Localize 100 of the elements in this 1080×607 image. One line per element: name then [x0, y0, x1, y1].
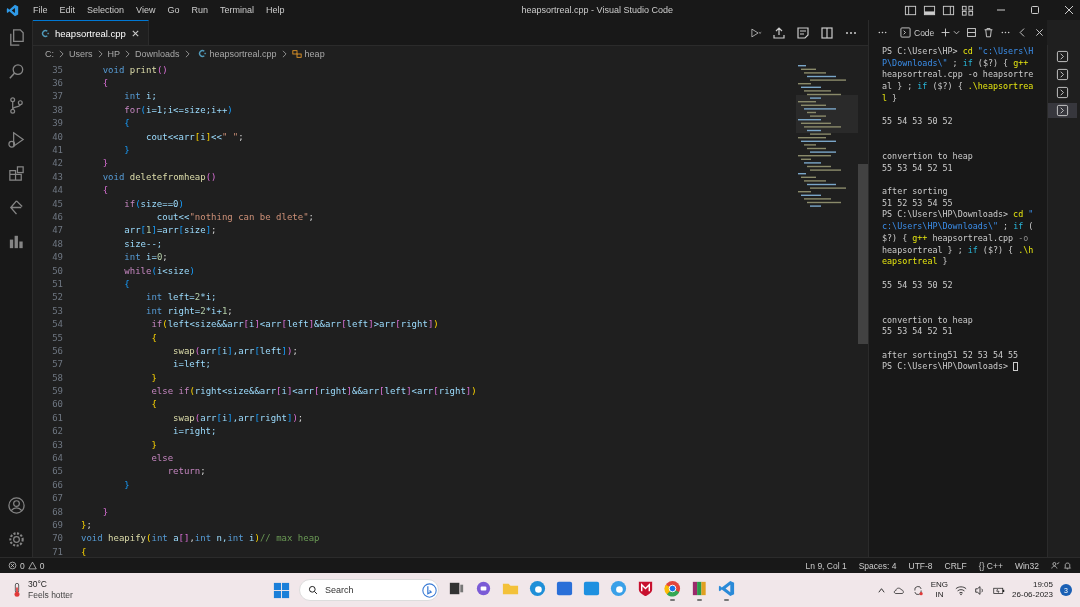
error-count[interactable]: 0: [20, 560, 25, 571]
code-line: int i=0;: [123, 252, 168, 263]
run-debug-icon[interactable]: [6, 130, 26, 149]
terminal-line: heapsortreal.cpp -o heapsortre: [882, 69, 1034, 80]
code-line: arr[1]=arr[size];: [123, 225, 217, 236]
keyboard-layout[interactable]: IN: [935, 590, 944, 600]
books-icon[interactable]: [690, 579, 709, 598]
line-number: 61: [51, 412, 63, 423]
close-icon[interactable]: [1034, 27, 1046, 38]
trash-icon[interactable]: [983, 27, 995, 38]
code-line: {: [123, 278, 130, 289]
terminal-line: 55 53 54 52 51: [882, 326, 953, 337]
code-line: cout<<arr[i]<<" ";: [145, 131, 244, 142]
status-item[interactable]: CRLF: [944, 560, 967, 571]
line-number: 59: [51, 386, 63, 397]
chevron-up-icon[interactable]: [876, 585, 886, 595]
chevron-right-icon: [281, 49, 287, 58]
cloud-icon[interactable]: [892, 584, 905, 596]
close-icon[interactable]: [130, 28, 140, 38]
breadcrumb[interactable]: Users: [69, 48, 93, 59]
thermometer-icon[interactable]: [12, 581, 22, 599]
menu-item[interactable]: Terminal: [213, 5, 260, 15]
code-editor-icon[interactable]: [717, 579, 736, 598]
sidebar-toggle-icon[interactable]: [904, 3, 917, 17]
bing-logo-icon[interactable]: [422, 582, 437, 598]
bell-icon[interactable]: [1063, 561, 1072, 570]
wifi-icon[interactable]: [955, 584, 968, 596]
shield-icon[interactable]: [636, 579, 655, 598]
breadcrumb[interactable]: HP: [107, 48, 121, 59]
clock-time[interactable]: 19:05: [1032, 580, 1053, 590]
terminal-icon: [900, 27, 911, 38]
windows-start-icon[interactable]: [272, 580, 291, 600]
layout-icon[interactable]: [961, 3, 974, 17]
status-item[interactable]: {} C++: [978, 560, 1003, 571]
menu-item[interactable]: Help: [259, 5, 291, 15]
search-field[interactable]: Search: [299, 579, 439, 601]
run-icon[interactable]: [748, 25, 762, 40]
secondary-sidebar-icon[interactable]: [942, 3, 955, 17]
store-bag-icon[interactable]: [555, 579, 574, 598]
temperature[interactable]: 30°C: [28, 579, 73, 590]
clock-date[interactable]: 26-06-2023: [1012, 590, 1053, 600]
code-line: int i;: [123, 91, 157, 102]
warning-count[interactable]: 0: [39, 560, 45, 571]
menu-item[interactable]: Go: [161, 5, 186, 15]
panel-toggle-icon[interactable]: [923, 3, 936, 17]
scrollbar-thumb[interactable]: [858, 164, 868, 344]
menu-item[interactable]: Selection: [81, 5, 131, 15]
settings-icon[interactable]: [6, 530, 26, 549]
search-icon[interactable]: [6, 62, 26, 81]
language-indicator[interactable]: ENG: [930, 580, 949, 590]
plus-icon[interactable]: [940, 27, 952, 38]
menu-item[interactable]: Run: [185, 5, 214, 15]
status-item[interactable]: Ln 9, Col 1: [805, 560, 847, 571]
terminal-line: 55 53 54 52 51: [882, 162, 953, 173]
terminal-line: al } ; if ($?) { .\heapsortrea: [882, 80, 1034, 91]
line-number: 65: [51, 466, 63, 477]
line-number: 35: [51, 64, 63, 75]
menu-item[interactable]: Edit: [53, 5, 82, 15]
terminal-line: convertion to heap: [882, 151, 973, 162]
code-line: i=left;: [172, 359, 212, 370]
status-item[interactable]: Spaces: 4: [858, 560, 897, 571]
status-item[interactable]: Win32: [1014, 560, 1039, 571]
breadcrumb[interactable]: C:: [45, 48, 54, 59]
code-line: cout<<"nothing can be dlete";: [155, 212, 314, 222]
weather-text[interactable]: Feels hotter: [28, 590, 73, 601]
sync-icon[interactable]: [911, 584, 924, 596]
terminal-session-icon[interactable]: [1048, 103, 1077, 118]
editor-tab[interactable]: heapsortreal.cpp: [33, 20, 149, 45]
code-line: while(i<size): [123, 265, 195, 276]
extensions-icon[interactable]: [6, 164, 26, 183]
globe-icon[interactable]: [663, 579, 682, 598]
chevron-right-icon: [125, 49, 131, 58]
breadcrumb[interactable]: heapsortreal.cpp: [209, 48, 277, 59]
breadcrumb[interactable]: Downloads: [135, 48, 180, 59]
restore-icon[interactable]: [1028, 3, 1042, 17]
caret-icon[interactable]: [953, 29, 961, 36]
app-tile-icon[interactable]: [582, 579, 601, 598]
menu-item[interactable]: View: [130, 5, 162, 15]
terminal-line: 55 54 53 50 52: [882, 279, 953, 290]
error-icon[interactable]: [8, 561, 17, 570]
breadcrumb[interactable]: heap: [304, 48, 325, 59]
notes-icon[interactable]: [796, 25, 810, 40]
window-title: heapsortreal.cpp - Visual Studio Code: [521, 5, 673, 15]
cpp-file-icon: [41, 28, 50, 38]
search-icon: [308, 585, 318, 595]
search-input[interactable]: Search: [323, 584, 417, 596]
upload-icon[interactable]: [772, 25, 786, 40]
close-icon[interactable]: [1062, 3, 1076, 17]
feedback-icon[interactable]: [1051, 561, 1060, 570]
account-icon[interactable]: [6, 496, 26, 515]
menu-item[interactable]: File: [27, 5, 54, 15]
status-item[interactable]: UTF-8: [908, 560, 933, 571]
line-number: 50: [51, 265, 63, 276]
warning-icon[interactable]: [27, 561, 37, 570]
split-terminal-icon[interactable]: [966, 27, 978, 38]
code-line: size--;: [123, 238, 163, 249]
terminal-tab[interactable]: Code: [900, 27, 935, 38]
chat-icon[interactable]: [474, 579, 493, 598]
split-editor-icon[interactable]: [820, 25, 834, 40]
line-number: 55: [51, 332, 63, 343]
